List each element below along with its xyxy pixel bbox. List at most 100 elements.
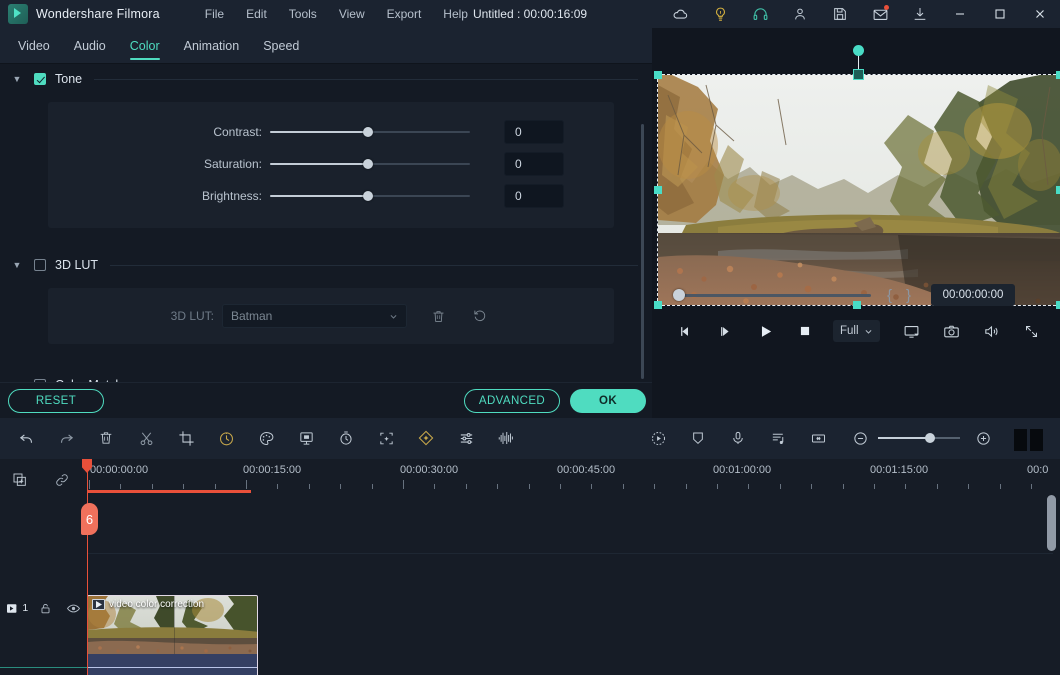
ok-button[interactable]: OK bbox=[570, 388, 646, 413]
tab-animation[interactable]: Animation bbox=[172, 28, 252, 64]
render-preview-icon[interactable] bbox=[643, 424, 673, 452]
reset-button[interactable]: RESET bbox=[8, 388, 104, 413]
mark-in-button[interactable]: { bbox=[887, 287, 892, 304]
color-icon[interactable] bbox=[251, 424, 281, 452]
slider-knob[interactable] bbox=[363, 191, 373, 201]
quality-select[interactable]: Full bbox=[833, 320, 880, 342]
video-preview[interactable] bbox=[658, 75, 1060, 305]
save-icon[interactable] bbox=[820, 0, 860, 28]
maximize-button[interactable] bbox=[980, 0, 1020, 28]
stop-button[interactable] bbox=[785, 317, 825, 345]
fullscreen-monitor-button[interactable] bbox=[892, 317, 932, 345]
track-area[interactable]: video color correction bbox=[87, 495, 1053, 675]
menu-tools[interactable]: Tools bbox=[278, 3, 328, 25]
rotate-handle[interactable] bbox=[853, 45, 864, 56]
timeline-scrollbar[interactable] bbox=[1047, 495, 1056, 551]
eye-icon[interactable] bbox=[59, 595, 87, 621]
marker-icon[interactable] bbox=[683, 424, 713, 452]
preview-scrubber[interactable] bbox=[673, 289, 871, 301]
voiceover-icon[interactable] bbox=[723, 424, 753, 452]
cloud-icon[interactable] bbox=[660, 0, 700, 28]
section-header-tone[interactable]: ▼ Tone bbox=[0, 64, 652, 94]
ruler-tick bbox=[685, 484, 687, 489]
headset-icon[interactable] bbox=[740, 0, 780, 28]
zoom-knob[interactable] bbox=[925, 433, 935, 443]
top-center-handle[interactable] bbox=[853, 69, 864, 80]
properties-scrollbar[interactable] bbox=[641, 124, 644, 379]
chevron-down-icon[interactable]: ▼ bbox=[10, 260, 24, 270]
download-icon[interactable] bbox=[900, 0, 940, 28]
ruler-tick bbox=[905, 484, 907, 489]
volume-button[interactable] bbox=[972, 317, 1012, 345]
slider-fill bbox=[270, 131, 368, 133]
slider-knob[interactable] bbox=[363, 127, 373, 137]
expand-button[interactable] bbox=[1012, 317, 1052, 345]
audio-detach-icon[interactable] bbox=[763, 424, 793, 452]
saturation-value-input[interactable]: 0 bbox=[504, 152, 564, 176]
menu-edit[interactable]: Edit bbox=[235, 3, 278, 25]
link-icon[interactable] bbox=[48, 467, 76, 493]
redo-icon[interactable] bbox=[51, 424, 81, 452]
timeline-clip[interactable]: video color correction bbox=[87, 595, 258, 675]
minimize-button[interactable] bbox=[940, 0, 980, 28]
brightness-value-input[interactable]: 0 bbox=[504, 184, 564, 208]
fit-timeline-icon[interactable] bbox=[803, 424, 833, 452]
lut-delete-button[interactable] bbox=[421, 309, 455, 324]
stabilize-icon[interactable] bbox=[371, 424, 401, 452]
playhead[interactable]: 6 bbox=[81, 459, 98, 675]
menu-file[interactable]: File bbox=[194, 3, 235, 25]
ruler-tick bbox=[434, 484, 436, 489]
play-button[interactable] bbox=[745, 317, 785, 345]
mark-out-button[interactable]: } bbox=[906, 287, 911, 304]
undo-icon[interactable] bbox=[11, 424, 41, 452]
cut-icon[interactable] bbox=[131, 424, 161, 452]
crop-icon[interactable] bbox=[171, 424, 201, 452]
menu-view[interactable]: View bbox=[328, 3, 376, 25]
add-media-icon[interactable] bbox=[6, 467, 34, 493]
tab-audio[interactable]: Audio bbox=[62, 28, 118, 64]
tab-video[interactable]: Video bbox=[6, 28, 62, 64]
preview-timecode[interactable]: 00:00:00:00 bbox=[931, 284, 1016, 306]
tone-checkbox[interactable] bbox=[34, 73, 46, 85]
section-header-3dlut[interactable]: ▼ 3D LUT bbox=[0, 250, 652, 280]
audio-mixer-icon[interactable] bbox=[451, 424, 481, 452]
lock-icon[interactable] bbox=[32, 595, 60, 621]
lightbulb-icon[interactable] bbox=[700, 0, 740, 28]
handle-top-left[interactable] bbox=[654, 71, 662, 79]
section-header-color-match[interactable]: ▶ Color Match bbox=[0, 370, 652, 382]
next-frame-button[interactable] bbox=[705, 317, 745, 345]
lut-select[interactable]: Batman bbox=[222, 304, 407, 328]
ruler-label: 00:00:30:00 bbox=[400, 464, 459, 476]
speed-icon[interactable] bbox=[211, 424, 241, 452]
effects-icon[interactable] bbox=[411, 424, 441, 452]
tab-color[interactable]: Color bbox=[118, 28, 172, 64]
contrast-slider[interactable] bbox=[270, 125, 470, 139]
close-button[interactable] bbox=[1020, 0, 1060, 28]
handle-middle-left[interactable] bbox=[654, 186, 662, 194]
handle-middle-right[interactable] bbox=[1056, 186, 1060, 194]
previous-frame-button[interactable] bbox=[665, 317, 705, 345]
zoom-in-icon[interactable] bbox=[968, 424, 998, 452]
slider-knob[interactable] bbox=[363, 159, 373, 169]
snapshot-button[interactable] bbox=[932, 317, 972, 345]
saturation-slider[interactable] bbox=[270, 157, 470, 171]
zoom-out-icon[interactable] bbox=[845, 424, 875, 452]
account-icon[interactable] bbox=[780, 0, 820, 28]
delete-icon[interactable] bbox=[91, 424, 121, 452]
duration-icon[interactable] bbox=[331, 424, 361, 452]
timeline-zoom-slider[interactable] bbox=[878, 433, 960, 443]
split-screen-icon[interactable] bbox=[1014, 429, 1043, 451]
lut-checkbox[interactable] bbox=[34, 259, 46, 271]
advanced-button[interactable]: ADVANCED bbox=[464, 388, 560, 413]
handle-top-right[interactable] bbox=[1056, 71, 1060, 79]
brightness-slider[interactable] bbox=[270, 189, 470, 203]
mail-icon[interactable] bbox=[860, 0, 900, 28]
ruler-label: 00:00:00:00 bbox=[90, 464, 149, 476]
lut-reset-button[interactable] bbox=[463, 308, 497, 324]
audio-waveform-icon[interactable] bbox=[491, 424, 521, 452]
pip-icon[interactable] bbox=[291, 424, 321, 452]
chevron-down-icon[interactable]: ▼ bbox=[10, 74, 24, 84]
tab-speed[interactable]: Speed bbox=[251, 28, 311, 64]
contrast-value-input[interactable]: 0 bbox=[504, 120, 564, 144]
scrubber-knob[interactable] bbox=[673, 289, 685, 301]
